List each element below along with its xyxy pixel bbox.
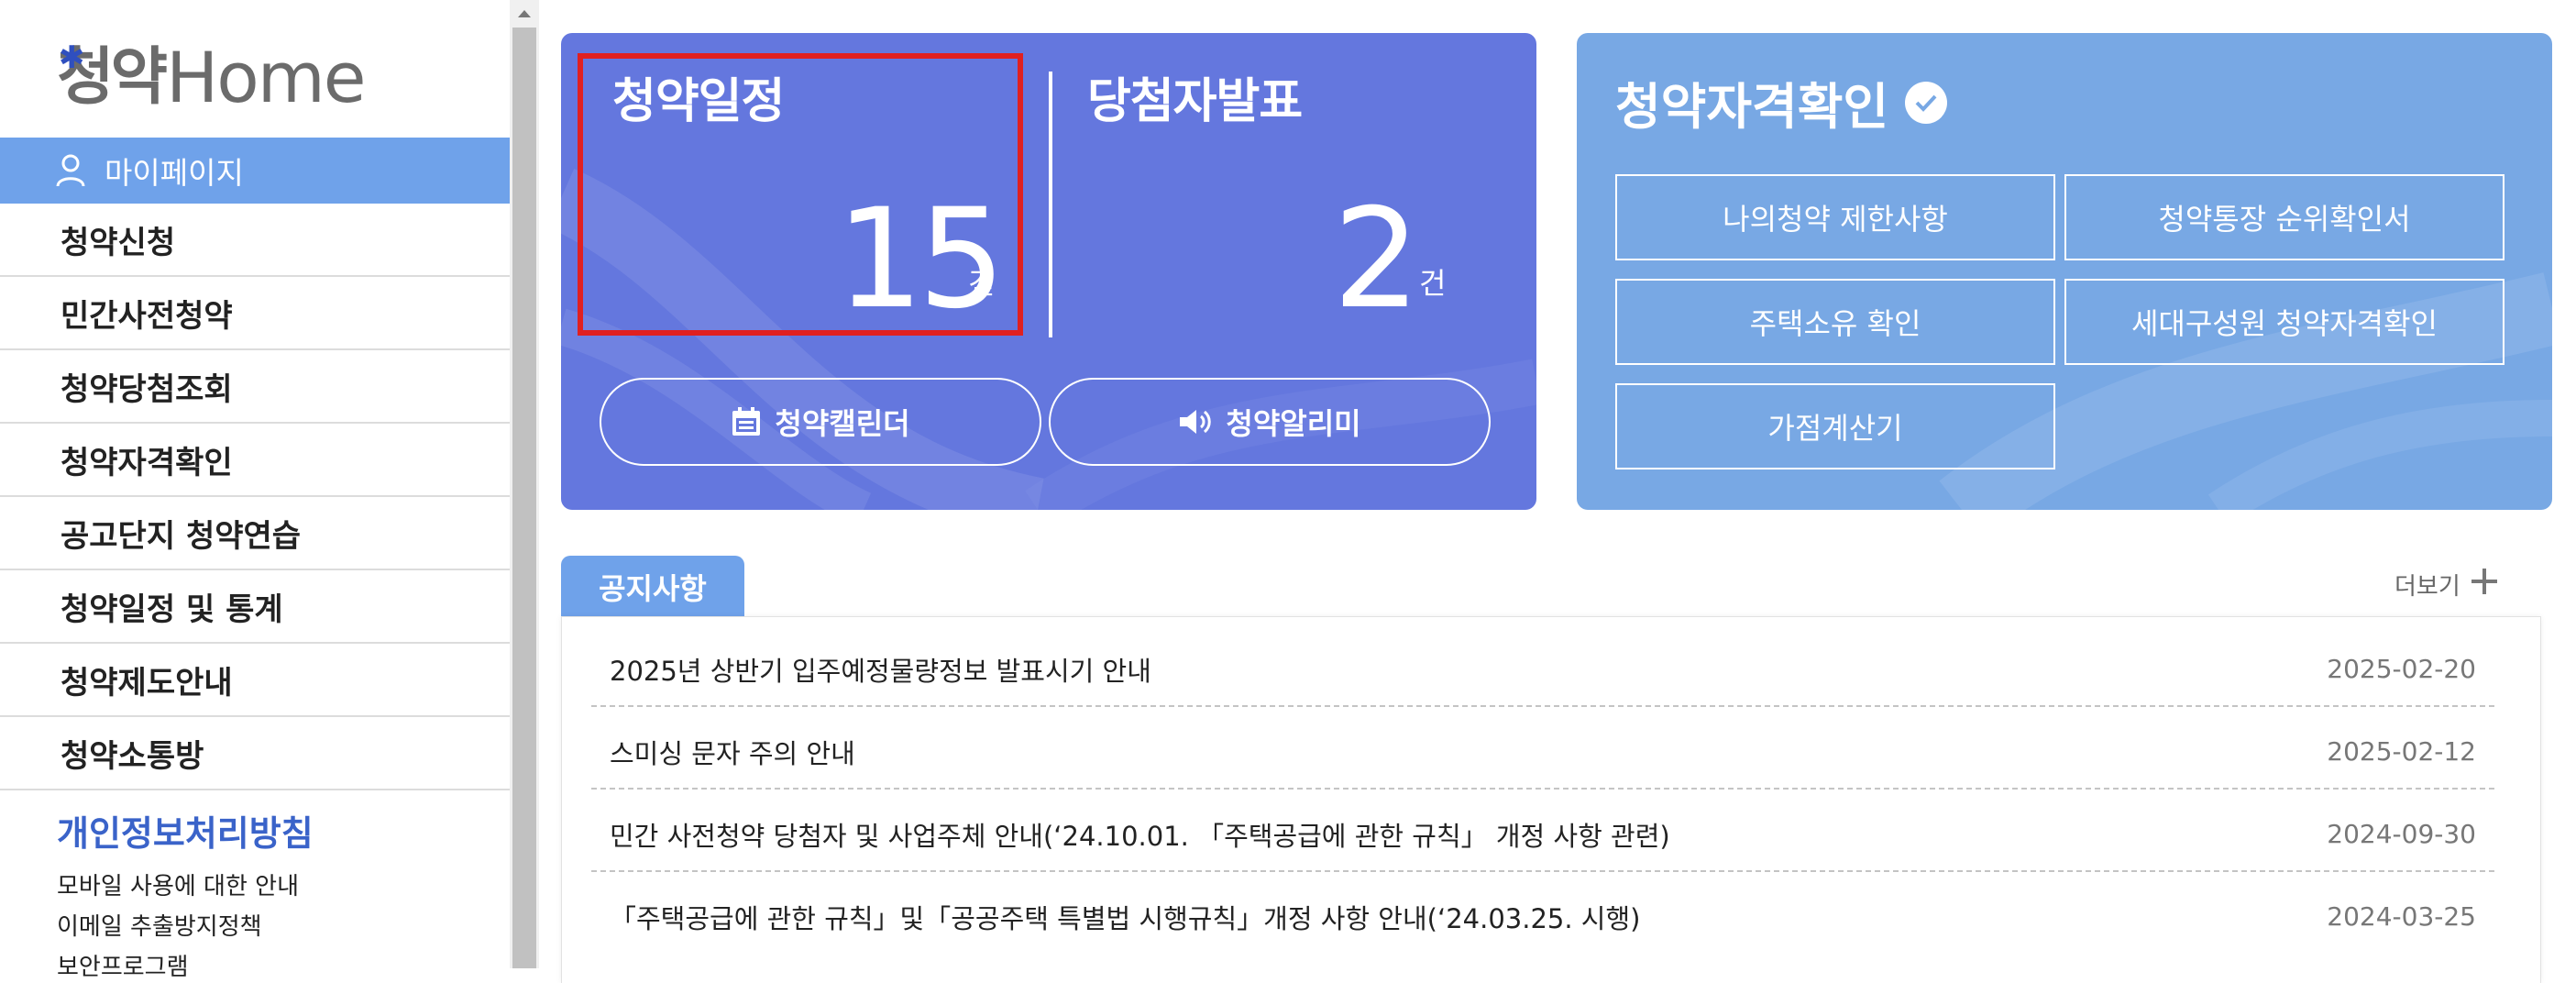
notice-date: 2024-03-25 xyxy=(2327,901,2476,932)
sidebar-item-practice[interactable]: 공고단지 청약연습 xyxy=(0,497,510,570)
alarm-button[interactable]: 청약알리미 xyxy=(1049,378,1491,466)
eligibility-title-text: 청약자격확인 xyxy=(1615,78,1889,136)
notice-title[interactable]: 「주택공급에 관한 규칙」및「공공주택 특별법 시행규칙」개정 사항 안내(‘2… xyxy=(610,898,1640,936)
alarm-button-label: 청약알리미 xyxy=(1226,406,1361,441)
winner-announcement-title[interactable]: 당첨자발표 xyxy=(1087,62,1303,131)
calendar-icon xyxy=(731,406,762,437)
sidebar: ✱ 청약 Home 마이페이지 청약신청 민간사전청약 청약당첨조회 청약자격확… xyxy=(0,0,510,981)
mypage-link[interactable]: 마이페이지 xyxy=(0,138,510,204)
sidebar-menu: 청약신청 민간사전청약 청약당첨조회 청약자격확인 공고단지 청약연습 청약일정… xyxy=(0,204,510,790)
scroll-up-arrow-icon[interactable] xyxy=(510,0,539,28)
notice-date: 2024-09-30 xyxy=(2327,819,2476,849)
sidebar-item-private-pre-subscription[interactable]: 민간사전청약 xyxy=(0,277,510,350)
more-link[interactable]: 더보기 xyxy=(2394,567,2499,602)
logo-text-en: Home xyxy=(166,37,366,118)
sidebar-item-schedule-stats[interactable]: 청약일정 및 통계 xyxy=(0,570,510,644)
notice-list: 2025년 상반기 입주예정물량정보 발표시기 안내 2025-02-20 스미… xyxy=(561,616,2541,983)
more-label: 더보기 xyxy=(2394,573,2460,601)
scrollbar-thumb[interactable] xyxy=(512,28,536,968)
household-eligibility-button[interactable]: 세대구성원 청약자격확인 xyxy=(2064,279,2504,365)
card-divider xyxy=(1049,72,1052,337)
sidebar-item-apply[interactable]: 청약신청 xyxy=(0,204,510,277)
eligibility-title[interactable]: 청약자격확인 xyxy=(1615,66,1948,138)
mypage-label: 마이페이지 xyxy=(105,155,244,191)
notice-date: 2025-02-20 xyxy=(2327,654,2476,684)
highlight-box xyxy=(578,53,1023,336)
notice-title[interactable]: 2025년 상반기 입주예정물량정보 발표시기 안내 xyxy=(610,650,1151,689)
sidebar-item-winner-lookup[interactable]: 청약당첨조회 xyxy=(0,350,510,424)
calendar-button-label: 청약캘린더 xyxy=(775,406,910,441)
notice-row[interactable]: 민간 사전청약 당첨자 및 사업주체 안내(‘24.10.01. 「주택공급에 … xyxy=(591,790,2494,872)
notice-tab[interactable]: 공지사항 xyxy=(561,556,744,618)
check-circle-icon xyxy=(1905,81,1948,124)
my-restrictions-button[interactable]: 나의청약 제한사항 xyxy=(1615,174,2055,260)
email-policy-link[interactable]: 이메일 추출방지정책 xyxy=(57,908,262,942)
housing-ownership-button[interactable]: 주택소유 확인 xyxy=(1615,279,2055,365)
sidebar-scrollbar[interactable] xyxy=(510,0,539,968)
mobile-usage-link[interactable]: 모바일 사용에 대한 안내 xyxy=(57,867,299,901)
notice-row[interactable]: 스미싱 문자 주의 안내 2025-02-12 xyxy=(591,707,2494,790)
schedule-winner-card: 청약일정 15 건 당첨자발표 2 건 청약캘린더 청약알리미 xyxy=(561,33,1536,510)
sidebar-item-system-guide[interactable]: 청약제도안내 xyxy=(0,644,510,717)
notice-title[interactable]: 민간 사전청약 당첨자 및 사업주체 안내(‘24.10.01. 「주택공급에 … xyxy=(610,815,1670,854)
notice-row[interactable]: 「주택공급에 관한 규칙」및「공공주택 특별법 시행규칙」개정 사항 안내(‘2… xyxy=(591,872,2494,955)
notice-title[interactable]: 스미싱 문자 주의 안내 xyxy=(610,733,855,771)
site-logo[interactable]: ✱ 청약 Home xyxy=(57,37,367,119)
calendar-button[interactable]: 청약캘린더 xyxy=(600,378,1041,466)
sidebar-item-eligibility[interactable]: 청약자격확인 xyxy=(0,424,510,497)
megaphone-icon xyxy=(1178,406,1213,437)
account-rank-certificate-button[interactable]: 청약통장 순위확인서 xyxy=(2064,174,2504,260)
plus-icon xyxy=(2470,567,2499,602)
person-icon xyxy=(55,153,86,188)
security-program-link[interactable]: 보안프로그램 xyxy=(57,948,189,982)
point-calculator-button[interactable]: 가점계산기 xyxy=(1615,383,2055,469)
eligibility-card: 청약자격확인 나의청약 제한사항 청약통장 순위확인서 주택소유 확인 세대구성… xyxy=(1577,33,2552,510)
sidebar-item-community[interactable]: 청약소통방 xyxy=(0,717,510,790)
notice-date: 2025-02-12 xyxy=(2327,736,2476,767)
winner-count-unit: 건 xyxy=(1419,266,1447,301)
privacy-policy-link[interactable]: 개인정보처리방침 xyxy=(57,805,314,856)
winner-count[interactable]: 2 xyxy=(1333,191,1420,328)
notice-row[interactable]: 2025년 상반기 입주예정물량정보 발표시기 안내 2025-02-20 xyxy=(591,624,2494,707)
logo-star-icon: ✱ xyxy=(59,39,85,76)
